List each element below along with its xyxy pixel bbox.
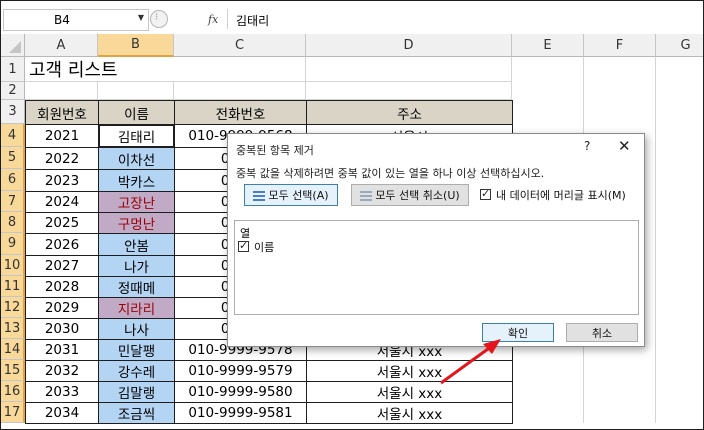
arrow-shaft — [440, 344, 493, 385]
excel-window: B4 ▼ ⁝ fx 김태리 A B C D E F G 1 2 3 4 5 6 … — [0, 0, 704, 430]
annotation-arrow — [440, 339, 501, 385]
